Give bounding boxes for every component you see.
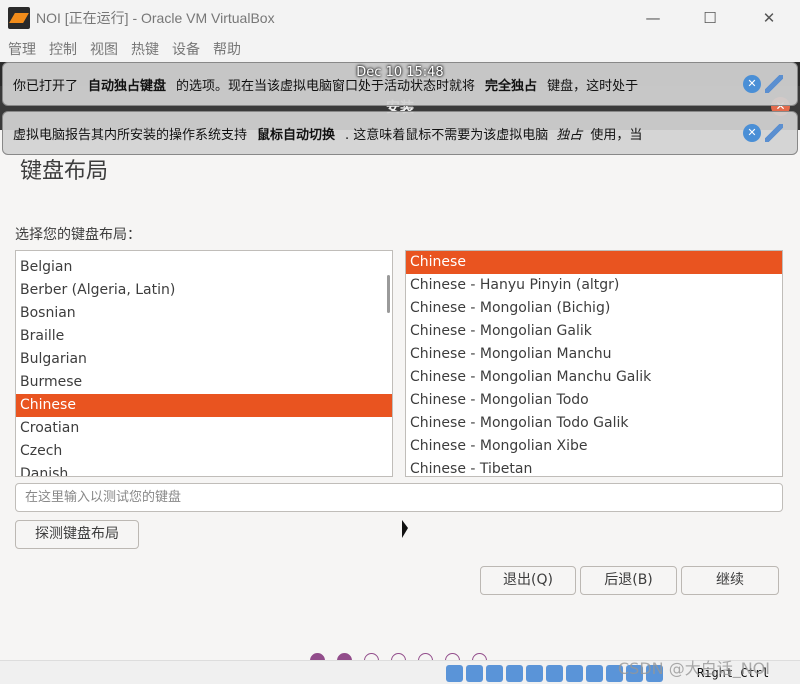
text-bold: 鼠标自动切换	[257, 127, 336, 143]
variant-list[interactable]: Chinese Chinese - Hanyu Pinyin (altgr) Chi…	[405, 250, 783, 477]
mouse-integration-notification: 虚拟电脑报告其内所安装的操作系统支持 鼠标自动切换 . 这意味着鼠标不需要为该虚拟电…	[2, 111, 798, 155]
audio-icon[interactable]	[486, 665, 503, 682]
variant-item[interactable]: Chinese - Hanyu Pinyin (altgr)	[406, 274, 782, 297]
layout-item[interactable]: Danish	[16, 463, 392, 476]
layout-item[interactable]: Czech	[16, 440, 392, 463]
scrollbar[interactable]	[387, 275, 390, 313]
variant-item[interactable]: Chinese - Mongolian Manchu	[406, 343, 782, 366]
keyboard-test-input[interactable]: 在这里输入以测试您的键盘	[15, 483, 783, 512]
variant-item[interactable]: Chinese - Mongolian Xibe	[406, 435, 782, 458]
layout-item[interactable]: Berber (Algeria, Latin)	[16, 279, 392, 302]
layout-item[interactable]: Braille	[16, 325, 392, 348]
menu-view[interactable]: 视图	[90, 39, 118, 59]
layout-item[interactable]: Croatian	[16, 417, 392, 440]
menu-control[interactable]: 控制	[49, 39, 77, 59]
capture-icon[interactable]	[586, 665, 603, 682]
menu-manage[interactable]: 管理	[8, 39, 36, 59]
virtualbox-logo-icon	[8, 7, 30, 29]
do-not-show-icon[interactable]	[765, 124, 783, 142]
network-icon[interactable]	[506, 665, 523, 682]
layout-item[interactable]: Bosnian	[16, 302, 392, 325]
layout-item[interactable]: Bulgarian	[16, 348, 392, 371]
text-italic: 独占	[556, 127, 583, 143]
layout-item[interactable]: Belgian	[16, 256, 392, 279]
continue-button[interactable]: 继续	[681, 566, 779, 595]
menu-devices[interactable]: 设备	[172, 39, 200, 59]
quit-button[interactable]: 退出(Q)	[480, 566, 576, 595]
layout-item[interactable]: Chinese	[16, 394, 392, 417]
display-icon[interactable]	[566, 665, 583, 682]
window-title: NOI [正在运行] - Oracle VM VirtualBox	[36, 10, 275, 26]
watermark: CSDN @大白话_NOI	[618, 659, 770, 678]
variant-item[interactable]: Chinese - Mongolian Todo Galik	[406, 412, 782, 435]
menu-help[interactable]: 帮助	[213, 39, 241, 59]
hard-disk-icon[interactable]	[446, 665, 463, 682]
text: . 这意味着鼠标不需要为该虚拟电脑	[345, 127, 549, 143]
mouse-cursor-icon	[402, 520, 408, 538]
optical-drive-icon[interactable]	[466, 665, 483, 682]
layout-item[interactable]: Burmese	[16, 371, 392, 394]
clock[interactable]: Dec 10 15:48	[0, 64, 800, 82]
layout-list[interactable]: Belgian Berber (Algeria, Latin) Bosnian Bra…	[15, 250, 393, 477]
text: 虚拟电脑报告其内所安装的操作系统支持	[13, 127, 248, 143]
variant-item[interactable]: Chinese - Mongolian Manchu Galik	[406, 366, 782, 389]
variant-item[interactable]: Chinese	[406, 251, 782, 274]
shared-folders-icon[interactable]	[546, 665, 563, 682]
text: 使用，当	[590, 127, 643, 143]
close-button[interactable]: ✕	[746, 0, 792, 36]
variant-item[interactable]: Chinese - Mongolian (Bichig)	[406, 297, 782, 320]
back-button[interactable]: 后退(B)	[580, 566, 677, 595]
page-title: 键盘布局	[20, 159, 109, 184]
detect-layout-button[interactable]: 探测键盘布局	[15, 520, 139, 549]
close-notification-icon[interactable]: ✕	[743, 124, 761, 142]
variant-item[interactable]: Chinese - Mongolian Todo	[406, 389, 782, 412]
layout-prompt: 选择您的键盘布局：	[15, 227, 141, 243]
variant-item[interactable]: Chinese - Tibetan	[406, 458, 782, 476]
usb-icon[interactable]	[526, 665, 543, 682]
variant-item[interactable]: Chinese - Mongolian Galik	[406, 320, 782, 343]
menu-hotkey[interactable]: 热键	[131, 39, 159, 59]
title-bar: NOI [正在运行] - Oracle VM VirtualBox — ☐ ✕	[0, 0, 800, 36]
menu-bar: 管理 控制 视图 热键 设备 帮助	[0, 36, 800, 62]
maximize-button[interactable]: ☐	[687, 0, 733, 36]
minimize-button[interactable]: —	[630, 0, 676, 36]
